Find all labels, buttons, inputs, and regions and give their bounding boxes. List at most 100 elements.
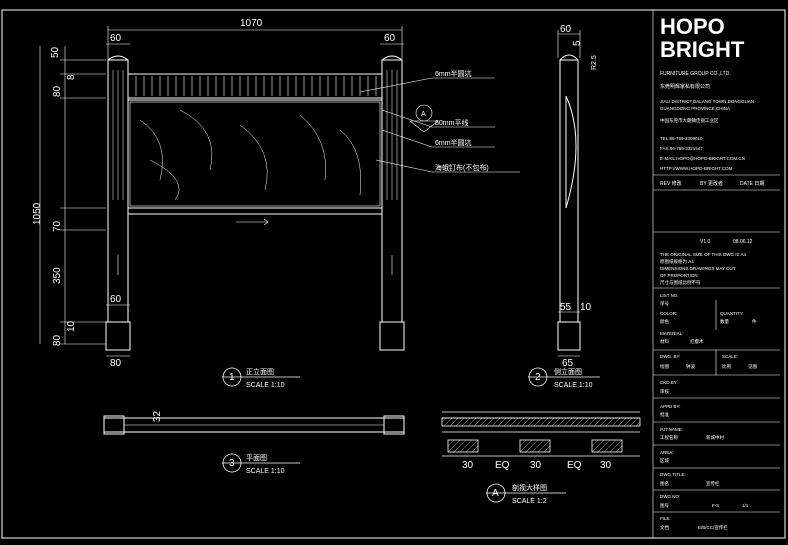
addr-en1: JIALI DISTRICT,DALANG TOWN,DONGGUAN bbox=[660, 99, 754, 104]
dim-80-20: 80 bbox=[52, 85, 63, 97]
rev-date: DATE 日期 bbox=[740, 181, 764, 187]
dwg-no-value: F-3 bbox=[712, 503, 719, 508]
rev-no: REV 修改 bbox=[660, 180, 682, 187]
detail-ref-marker: A bbox=[421, 111, 426, 118]
dim-10: 10 bbox=[66, 320, 77, 332]
note-1: THE ORIGINAL SIZE OF THIS DWG IS A4 bbox=[660, 252, 747, 257]
pjt-cn: 工程名称 bbox=[660, 434, 678, 441]
detail-view-title: 剖视大样图 bbox=[512, 483, 547, 492]
addr-en2: GUANGDONG PROVINCE,CHINA bbox=[660, 106, 730, 111]
dim-post-right: 60 bbox=[384, 33, 396, 44]
plan-view-title: 平面图 bbox=[246, 454, 267, 462]
company-email: E-MAIL:HOPO@HOPO-BRIGHT.COM.CN bbox=[660, 156, 745, 161]
scale-cn: 比例 bbox=[722, 363, 731, 370]
side-dim-r: R2.5 bbox=[591, 55, 598, 70]
cad-canvas: 1070 60 60 1050 50 80 8 70 350 60 10 80 … bbox=[1, 9, 786, 539]
dim-350: 350 bbox=[52, 267, 63, 284]
brand-logo-line2: BRIGHT bbox=[660, 37, 745, 62]
dwg-by-cn: 绘图 bbox=[660, 363, 669, 370]
detail-view-scale: SCALE 1:2 bbox=[512, 498, 547, 505]
cad-drawing-sheet: 1070 60 60 1050 50 80 8 70 350 60 10 80 … bbox=[0, 0, 788, 540]
material-value: 红樱木 bbox=[690, 338, 704, 345]
callout-2: 80mm平线 bbox=[435, 118, 468, 127]
company-tel: TEL:86-769-3309010 bbox=[660, 136, 703, 141]
brand-group: FURNITURE GROUP CO.,LTD. bbox=[660, 71, 731, 77]
dim-70: 70 bbox=[52, 220, 63, 232]
callout-4: 海蛾钉布(不包布) bbox=[435, 163, 489, 172]
front-dimensions bbox=[39, 26, 404, 357]
title-cn: 图名 bbox=[660, 480, 669, 487]
note-3: DIMENSIONS DRAWINGS MAY OUT bbox=[660, 266, 736, 271]
file-value: E/B/CC/宣传栏 bbox=[698, 524, 728, 531]
company-web: HTTP://WWW.HOPO-BRIGHT.COM bbox=[660, 166, 732, 171]
file-label: FILE: bbox=[660, 516, 671, 521]
note-2: 原图纸规格为 A4 bbox=[660, 258, 694, 265]
plan-dim-32: 32 bbox=[152, 410, 163, 422]
side-dim-55: 55 bbox=[560, 302, 572, 313]
company-fax: FAX:86-769-3321547 bbox=[660, 146, 703, 151]
detail-dim-4: EQ bbox=[567, 460, 582, 471]
note-4: OF PROPORTION bbox=[660, 273, 698, 278]
detail-dim-1: 30 bbox=[462, 460, 474, 471]
color-label: COLOR: bbox=[660, 311, 677, 316]
pjt-value: 新城中村 bbox=[706, 434, 724, 441]
sheet-count: 1/1 bbox=[742, 503, 749, 508]
side-dim-5: 5 bbox=[572, 40, 583, 46]
list-no-label: LIST NO. bbox=[660, 293, 679, 298]
front-view-number: 1 bbox=[229, 372, 235, 383]
plan-view bbox=[103, 415, 405, 435]
dim-50: 50 bbox=[50, 46, 61, 58]
title-value: 宣传栏 bbox=[706, 480, 720, 487]
quantity-label: QUANTITY: bbox=[720, 311, 744, 316]
detail-a-view bbox=[441, 411, 641, 457]
pjt-label: PJT.NAME: bbox=[660, 427, 683, 432]
dim-8: 8 bbox=[66, 74, 77, 80]
front-view-scale: SCALE 1:10 bbox=[246, 382, 285, 389]
detail-view-number: A bbox=[492, 488, 499, 499]
quantity-unit: 件 bbox=[752, 318, 757, 325]
front-elevation bbox=[105, 55, 405, 351]
callout-1: 6mm半圆坑 bbox=[435, 69, 472, 78]
dwg-no-label: DWG.NO: bbox=[660, 494, 680, 499]
side-view-title: 侧立面图 bbox=[554, 367, 582, 376]
dwg-by-label: DWG. BY: bbox=[660, 354, 681, 359]
appd-cn: 批准 bbox=[660, 411, 669, 418]
side-dim-base: 65 bbox=[562, 358, 574, 369]
callout-3: 6mm半圆坑 bbox=[435, 138, 472, 147]
dim-height-total: 1050 bbox=[32, 202, 43, 225]
file-cn: 文档 bbox=[660, 524, 669, 531]
scale-label: SCALE: bbox=[722, 354, 738, 359]
dwg-by-value: 钟波 bbox=[686, 363, 695, 370]
material-cn: 材料 bbox=[660, 338, 669, 345]
side-dim-10: 10 bbox=[580, 302, 592, 313]
rev-by: BY 更改者 bbox=[700, 180, 723, 187]
scale-value: 见图 bbox=[748, 364, 757, 370]
dim-width: 1070 bbox=[240, 18, 263, 29]
area-cn: 区域 bbox=[660, 457, 669, 463]
addr-cn: 中国东莞市大朗镇佳丽工业区 bbox=[660, 117, 719, 124]
side-view-number: 2 bbox=[535, 372, 541, 383]
list-no-cn: 单号 bbox=[660, 300, 669, 307]
dim-base: 80 bbox=[110, 358, 122, 369]
quantity-cn: 数量 bbox=[720, 318, 729, 325]
ckd-by-label: CKD.BY: bbox=[660, 380, 678, 385]
plan-view-scale: SCALE 1:10 bbox=[246, 468, 285, 475]
color-cn: 颜色 bbox=[660, 318, 669, 325]
dwg-no-cn: 图号 bbox=[660, 503, 669, 509]
material-label: MATERIAL: bbox=[660, 331, 683, 336]
title-label: DWG.TITLE: bbox=[660, 472, 686, 477]
plan-view-number: 3 bbox=[229, 458, 235, 469]
ckd-by-cn: 审核 bbox=[660, 388, 669, 395]
version-label: V1.0 bbox=[700, 239, 711, 245]
detail-dim-3: 30 bbox=[530, 460, 542, 471]
brand-logo-line1: HOPO bbox=[660, 14, 725, 39]
area-label: AREA: bbox=[660, 450, 674, 455]
side-view-scale: SCALE 1:10 bbox=[554, 382, 593, 389]
dim-60-bottom: 60 bbox=[110, 294, 122, 305]
detail-dim-5: 30 bbox=[600, 460, 612, 471]
version-date: 08.06.12 bbox=[733, 239, 753, 245]
side-dim-top: 60 bbox=[560, 24, 572, 35]
dim-80-bottom: 80 bbox=[52, 334, 63, 346]
appd-label: APPD BY: bbox=[660, 404, 681, 409]
brand-company-cn: 东莞明辉家私有限公司 bbox=[660, 83, 710, 90]
